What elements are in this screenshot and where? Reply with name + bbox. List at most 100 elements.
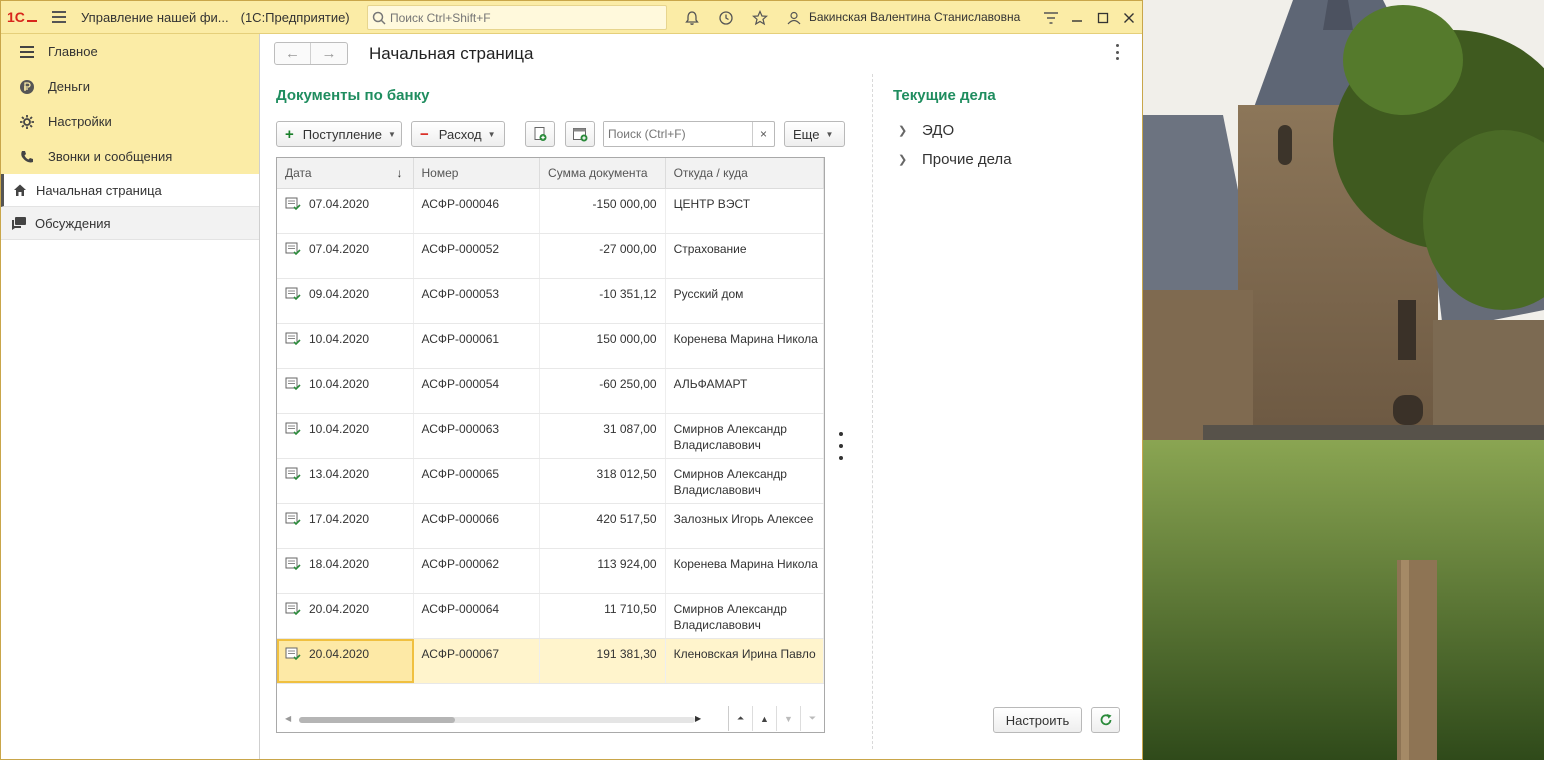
cell-date[interactable]: 20.04.2020 (277, 639, 414, 683)
cell-date[interactable]: 07.04.2020 (277, 234, 414, 278)
cell-sum[interactable]: 113 924,00 (540, 549, 666, 593)
cell-date[interactable]: 10.04.2020 (277, 324, 414, 368)
bank-docs-title[interactable]: Документы по банку (276, 87, 429, 104)
cell-from[interactable]: Русский дом (666, 279, 824, 323)
setup-button[interactable]: Настроить (993, 707, 1082, 733)
current-tasks-title[interactable]: Текущие дела (893, 87, 996, 104)
cell-from[interactable]: Смирнов Александр Владиславович (666, 459, 824, 503)
cell-number[interactable]: АСФР-000052 (414, 234, 541, 278)
bell-icon[interactable] (675, 1, 709, 34)
horizontal-scrollbar[interactable]: ◀ ▶ (285, 714, 703, 724)
table-row[interactable]: 10.04.2020 АСФР-000054 -60 250,00 АЛЬФАМАРТ (277, 369, 824, 414)
settings-menu-icon[interactable] (1038, 1, 1064, 34)
more-actions-icon[interactable] (1114, 44, 1120, 60)
scroll-right-icon[interactable]: ▶ (695, 714, 701, 723)
table-row[interactable]: 07.04.2020 АСФР-000052 -27 000,00 Страхован… (277, 234, 824, 279)
cell-from[interactable]: АЛЬФАМАРТ (666, 369, 824, 413)
clear-search-icon[interactable]: × (752, 122, 774, 146)
table-row[interactable]: 20.04.2020 АСФР-000064 11 710,50 Смирнов Ал… (277, 594, 824, 639)
minimize-icon[interactable] (1064, 1, 1090, 34)
cell-from[interactable]: Смирнов Александр Владиславович (666, 414, 824, 458)
close-icon[interactable] (1116, 1, 1142, 34)
cell-date[interactable]: 09.04.2020 (277, 279, 414, 323)
more-button[interactable]: Еще ▼ (784, 121, 845, 147)
table-row[interactable]: 07.04.2020 АСФР-000046 -150 000,00 ЦЕНТР ВЭ… (277, 189, 824, 234)
users-icon[interactable] (777, 1, 811, 34)
income-button[interactable]: + Поступление ▼ (276, 121, 402, 147)
cell-date[interactable]: 18.04.2020 (277, 549, 414, 593)
cell-sum[interactable]: -10 351,12 (540, 279, 666, 323)
first-page-icon[interactable]: ⏶ (729, 706, 753, 731)
table-search-input[interactable] (604, 122, 752, 146)
cell-date[interactable]: 10.04.2020 (277, 369, 414, 413)
sidebar-item-discussions[interactable]: Обсуждения (1, 207, 259, 240)
column-header-date[interactable]: Дата ↓ (277, 158, 414, 188)
create-based-on-button[interactable] (525, 121, 555, 147)
sidebar-item-home[interactable]: Начальная страница (1, 174, 259, 207)
global-search[interactable] (367, 5, 667, 30)
panel-splitter-icon[interactable] (838, 432, 844, 460)
column-header-number[interactable]: Номер (414, 158, 541, 188)
main-menu-icon[interactable] (45, 1, 73, 34)
table-row[interactable]: 17.04.2020 АСФР-000066 420 517,50 Залозных … (277, 504, 824, 549)
cell-sum[interactable]: 11 710,50 (540, 594, 666, 638)
calendar-button[interactable] (565, 121, 595, 147)
table-row[interactable]: 09.04.2020 АСФР-000053 -10 351,12 Русский д… (277, 279, 824, 324)
next-page-icon[interactable]: ▼ (777, 706, 801, 731)
cell-date[interactable]: 07.04.2020 (277, 189, 414, 233)
cell-from[interactable]: Коренева Марина Никола (666, 549, 824, 593)
cell-date[interactable]: 10.04.2020 (277, 414, 414, 458)
table-row[interactable]: 13.04.2020 АСФР-000065 318 012,50 Смирнов А… (277, 459, 824, 504)
cell-number[interactable]: АСФР-000066 (414, 504, 541, 548)
cell-date[interactable]: 17.04.2020 (277, 504, 414, 548)
table-row[interactable]: 18.04.2020 АСФР-000062 113 924,00 Коренева … (277, 549, 824, 594)
cell-from[interactable]: Кленовская Ирина Павло (666, 639, 824, 683)
cell-from[interactable]: Залозных Игорь Алексее (666, 504, 824, 548)
table-row[interactable]: 10.04.2020 АСФР-000063 31 087,00 Смирнов Ал… (277, 414, 824, 459)
sidebar-item-money[interactable]: Деньги (1, 69, 259, 104)
table-search[interactable]: × (603, 121, 775, 147)
cell-number[interactable]: АСФР-000064 (414, 594, 541, 638)
forward-arrow-icon[interactable]: → (311, 43, 347, 64)
cell-sum[interactable]: -27 000,00 (540, 234, 666, 278)
cell-number[interactable]: АСФР-000062 (414, 549, 541, 593)
cell-date[interactable]: 20.04.2020 (277, 594, 414, 638)
cell-from[interactable]: Страхование (666, 234, 824, 278)
cell-sum[interactable]: 420 517,50 (540, 504, 666, 548)
cell-sum[interactable]: 191 381,30 (540, 639, 666, 683)
prev-page-icon[interactable]: ▲ (753, 706, 777, 731)
user-name[interactable]: Бакинская Валентина Станиславовна (809, 10, 1020, 24)
app-logo[interactable]: 1С (1, 1, 45, 34)
cell-sum[interactable]: -60 250,00 (540, 369, 666, 413)
cell-number[interactable]: АСФР-000053 (414, 279, 541, 323)
scroll-thumb[interactable] (299, 717, 455, 723)
last-page-icon[interactable]: ⏷ (801, 706, 824, 731)
sidebar-item-calls[interactable]: Звонки и сообщения (1, 139, 259, 174)
cell-from[interactable]: ЦЕНТР ВЭСТ (666, 189, 824, 233)
history-icon[interactable] (709, 1, 743, 34)
cell-date[interactable]: 13.04.2020 (277, 459, 414, 503)
cell-number[interactable]: АСФР-000046 (414, 189, 541, 233)
cell-sum[interactable]: 31 087,00 (540, 414, 666, 458)
cell-sum[interactable]: 318 012,50 (540, 459, 666, 503)
column-header-sum[interactable]: Сумма документа (540, 158, 666, 188)
cell-from[interactable]: Коренева Марина Никола (666, 324, 824, 368)
cell-sum[interactable]: 150 000,00 (540, 324, 666, 368)
star-icon[interactable] (743, 1, 777, 34)
cell-number[interactable]: АСФР-000067 (414, 639, 541, 683)
task-group-other[interactable]: ❯ Прочие дела (898, 151, 1012, 168)
expense-button[interactable]: − Расход ▼ (411, 121, 505, 147)
cell-sum[interactable]: -150 000,00 (540, 189, 666, 233)
scroll-left-icon[interactable]: ◀ (285, 714, 291, 723)
refresh-button[interactable] (1091, 707, 1120, 733)
cell-number[interactable]: АСФР-000054 (414, 369, 541, 413)
sidebar-item-settings[interactable]: Настройки (1, 104, 259, 139)
global-search-input[interactable] (390, 10, 660, 25)
cell-from[interactable]: Смирнов Александр Владиславович (666, 594, 824, 638)
cell-number[interactable]: АСФР-000063 (414, 414, 541, 458)
cell-number[interactable]: АСФР-000065 (414, 459, 541, 503)
back-arrow-icon[interactable]: ← (275, 43, 311, 64)
table-row[interactable]: 20.04.2020 АСФР-000067 191 381,30 Кленовска… (277, 639, 824, 684)
sidebar-item-main[interactable]: Главное (1, 34, 259, 69)
task-group-edo[interactable]: ❯ ЭДО (898, 122, 954, 139)
